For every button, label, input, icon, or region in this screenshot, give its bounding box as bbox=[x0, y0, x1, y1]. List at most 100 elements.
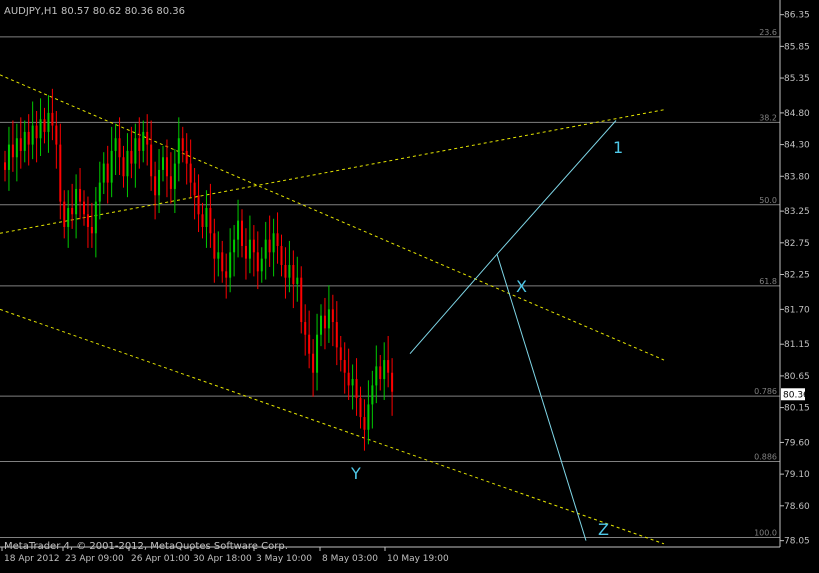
fibo-label: 23.6 bbox=[759, 28, 777, 37]
candlestick-chart[interactable]: 23.6 38.2 50.0 61.8 0.786 0.886 100.0 1 X Y Z 86.… bbox=[0, 0, 819, 569]
candle-body bbox=[331, 309, 334, 323]
candle-body bbox=[201, 214, 204, 227]
candle-body bbox=[225, 271, 228, 278]
candle-body bbox=[248, 239, 251, 259]
candle-body bbox=[355, 379, 358, 399]
price-tick-label: 78.05 bbox=[784, 537, 810, 547]
candle-body bbox=[284, 264, 287, 278]
candle-body bbox=[217, 252, 220, 259]
price-tick-label: 85.85 bbox=[784, 42, 810, 52]
price-tick-label: 84.80 bbox=[784, 109, 810, 119]
candle-body bbox=[288, 264, 291, 278]
candle-body bbox=[71, 207, 74, 215]
candle-body bbox=[39, 119, 42, 139]
candle-body bbox=[134, 138, 137, 164]
candle-body bbox=[185, 150, 188, 164]
candle-body bbox=[244, 245, 247, 259]
price-tick-label: 78.60 bbox=[784, 502, 810, 512]
candle-body bbox=[23, 131, 26, 151]
time-tick-label: 26 Apr 01:00 bbox=[131, 554, 190, 564]
candle-body bbox=[146, 131, 149, 145]
price-tick-label: 79.60 bbox=[784, 438, 810, 448]
price-tick-label: 81.15 bbox=[784, 340, 810, 350]
candle-body bbox=[335, 322, 338, 348]
candle-body bbox=[339, 347, 342, 361]
candle-body bbox=[268, 239, 271, 253]
candle-body bbox=[75, 188, 78, 215]
candle-body bbox=[252, 239, 255, 253]
candle-body bbox=[79, 188, 82, 202]
candle-body bbox=[320, 315, 322, 335]
wave-label: X bbox=[516, 277, 527, 296]
price-tick-label: 79.10 bbox=[784, 470, 810, 480]
candle-body bbox=[126, 150, 129, 177]
candle-body bbox=[189, 163, 192, 183]
candle-body bbox=[260, 258, 263, 272]
candle-body bbox=[383, 360, 386, 380]
candle-body bbox=[316, 334, 319, 373]
candle-body bbox=[347, 372, 350, 386]
candle-body bbox=[371, 385, 374, 405]
candle-body bbox=[237, 220, 240, 240]
candle-body bbox=[367, 404, 370, 430]
candle-body bbox=[150, 144, 153, 177]
price-tick-label: 84.30 bbox=[784, 141, 810, 151]
candle-body bbox=[59, 144, 62, 202]
candle-body bbox=[256, 252, 259, 272]
fibo-label: 100.0 bbox=[754, 528, 777, 537]
candle-body bbox=[304, 322, 307, 335]
candle-body bbox=[312, 353, 315, 373]
chart-header: AUDJPY,H1 80.57 80.62 80.36 80.36 bbox=[4, 6, 185, 17]
candle-body bbox=[379, 366, 382, 380]
candle-body bbox=[391, 372, 394, 392]
candle-body bbox=[343, 360, 346, 373]
copyright-footer: MetaTrader 4, © 2001-2012, MetaQuotes So… bbox=[4, 541, 288, 552]
price-tick-label: 80.65 bbox=[784, 372, 810, 382]
candle-body bbox=[4, 162, 6, 170]
candle-body bbox=[142, 131, 145, 151]
wave-label: 1 bbox=[613, 138, 623, 157]
candle-body bbox=[51, 112, 54, 126]
candle-body bbox=[15, 138, 18, 158]
time-tick-label: 30 Apr 18:00 bbox=[193, 554, 252, 564]
candle-body bbox=[169, 176, 172, 189]
candle-body bbox=[67, 207, 70, 227]
candle-body bbox=[55, 125, 58, 145]
wave-label: Z bbox=[598, 520, 609, 539]
candle-body bbox=[387, 360, 390, 373]
candle-body bbox=[292, 264, 295, 285]
candle-body bbox=[114, 138, 117, 151]
candle-body bbox=[296, 277, 299, 285]
candle-body bbox=[35, 125, 38, 139]
price-tick-label: 83.80 bbox=[784, 172, 810, 182]
candle-body bbox=[327, 309, 330, 329]
candle-body bbox=[264, 239, 267, 259]
candle-body bbox=[130, 150, 133, 164]
candle-body bbox=[241, 220, 243, 246]
candle-body bbox=[158, 169, 161, 196]
candle-body bbox=[90, 226, 93, 234]
candle-body bbox=[323, 315, 326, 329]
candle-body bbox=[375, 366, 378, 386]
chart-window[interactable]: 23.6 38.2 50.0 61.8 0.786 0.886 100.0 1 X Y Z 86.… bbox=[0, 0, 819, 569]
candle-body bbox=[83, 201, 85, 215]
time-tick-label: 23 Apr 09:00 bbox=[65, 554, 124, 564]
candle-body bbox=[63, 201, 66, 227]
candle-body bbox=[118, 138, 121, 158]
candle-body bbox=[162, 157, 164, 170]
candle-body bbox=[363, 417, 366, 430]
candle-body bbox=[308, 334, 311, 354]
price-tick-label: 86.35 bbox=[784, 11, 810, 21]
current-price-label: 80.36 bbox=[783, 390, 809, 400]
price-tick-label: 83.25 bbox=[784, 207, 810, 217]
fibo-label: 61.8 bbox=[759, 277, 777, 286]
candle-body bbox=[165, 157, 168, 177]
candle-body bbox=[106, 163, 109, 183]
wave-label: Y bbox=[350, 464, 361, 483]
candle-body bbox=[110, 150, 113, 183]
candle-body bbox=[280, 245, 283, 265]
candle-body bbox=[94, 201, 97, 234]
candle-body bbox=[272, 233, 275, 253]
candle-body bbox=[359, 398, 362, 418]
fibo-label: 38.2 bbox=[759, 113, 777, 122]
